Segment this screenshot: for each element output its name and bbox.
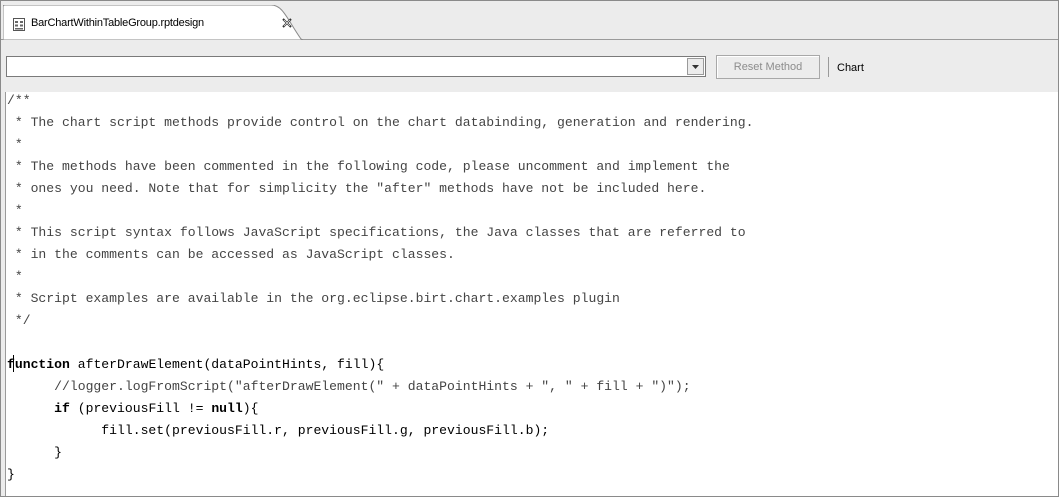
code-line: * xyxy=(7,137,23,152)
code-line: * This script syntax follows JavaScript … xyxy=(7,225,746,240)
script-editor[interactable]: /** * The chart script methods provide c… xyxy=(7,92,1057,496)
code-line: * The methods have been commented in the… xyxy=(7,159,730,174)
tab-title: BarChartWithinTableGroup.rptdesign xyxy=(31,17,204,29)
toolbar-separator xyxy=(828,57,829,77)
code-line: * The chart script methods provide contr… xyxy=(7,115,754,130)
editor-gutter xyxy=(1,92,6,496)
code-line: fill.set(previousFill.r, previousFill.g,… xyxy=(7,423,550,438)
dropdown-button[interactable] xyxy=(687,58,704,75)
code-line: } xyxy=(7,445,63,460)
code-line: * xyxy=(7,269,23,284)
tab-bar: BarChartWithinTableGroup.rptdesign xyxy=(1,1,1058,40)
code-line: } xyxy=(7,467,15,482)
code-line: * Script examples are available in the o… xyxy=(7,291,620,306)
close-icon[interactable] xyxy=(281,17,293,29)
editor-window: BarChartWithinTableGroup.rptdesign Reset… xyxy=(0,0,1059,497)
context-label: Chart xyxy=(837,62,864,74)
report-design-icon xyxy=(13,18,25,31)
code-line: /** xyxy=(7,93,31,108)
method-select[interactable] xyxy=(6,56,706,77)
code-line: function afterDrawElement(dataPointHints… xyxy=(7,357,385,372)
code-line: //logger.logFromScript("afterDrawElement… xyxy=(7,379,691,394)
chevron-down-icon xyxy=(692,65,699,69)
code-line: if (previousFill != null){ xyxy=(54,401,259,416)
code-line: */ xyxy=(7,313,31,328)
code-line: * xyxy=(7,203,23,218)
reset-method-button[interactable]: Reset Method xyxy=(716,55,820,79)
reset-method-label: Reset Method xyxy=(733,61,803,73)
tab-report-design[interactable]: BarChartWithinTableGroup.rptdesign xyxy=(3,5,303,40)
code-line: * ones you need. Note that for simplicit… xyxy=(7,181,707,196)
script-toolbar: Reset Method Chart xyxy=(1,40,1058,92)
code-line: * in the comments can be accessed as Jav… xyxy=(7,247,455,262)
